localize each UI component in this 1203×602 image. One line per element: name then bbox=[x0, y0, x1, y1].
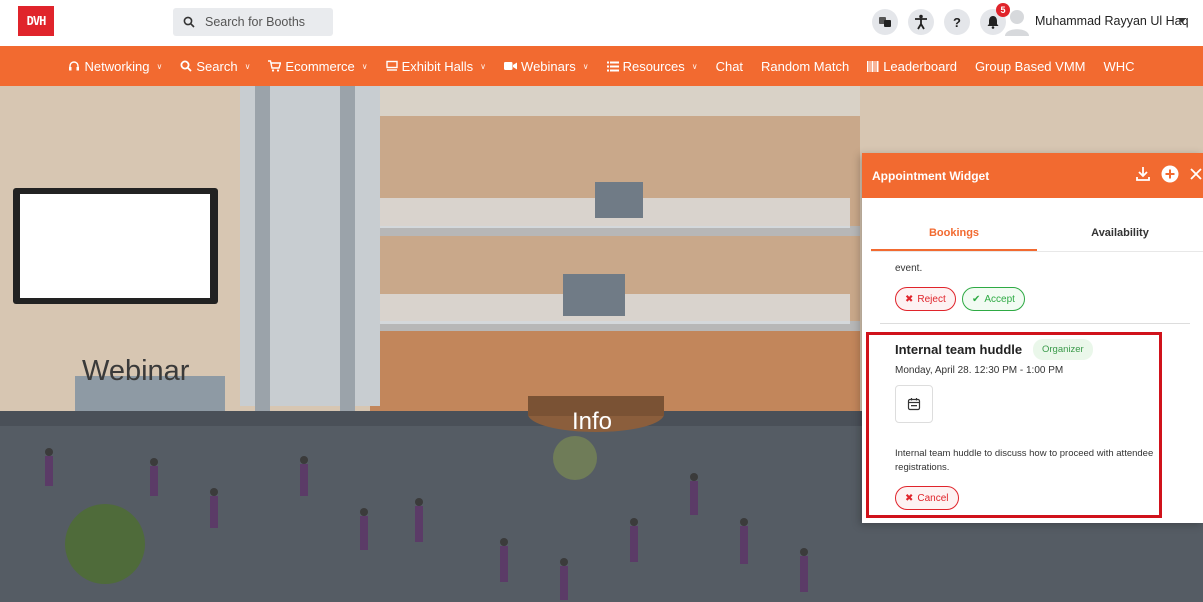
translate-icon bbox=[879, 17, 891, 27]
reject-button[interactable]: ✖ Reject bbox=[895, 287, 956, 311]
main-nav: Networking ∨ Search ∨ Ecommerce ∨ Exhibi… bbox=[0, 46, 1203, 86]
nav-label: Search bbox=[196, 58, 238, 74]
top-bar: DVH ? 5 bbox=[0, 0, 1203, 46]
search-icon bbox=[180, 60, 192, 72]
webinar-sign[interactable]: Webinar bbox=[82, 355, 190, 387]
nav-label: Webinars bbox=[521, 58, 576, 74]
headset-icon bbox=[69, 61, 80, 71]
close-icon: ✖ bbox=[905, 293, 914, 305]
accept-label: Accept bbox=[984, 293, 1015, 305]
accessibility-icon bbox=[915, 14, 927, 30]
search-bar[interactable] bbox=[173, 8, 333, 36]
nav-label: Ecommerce bbox=[285, 58, 355, 74]
hall-icon bbox=[385, 60, 398, 71]
nav-label: WHC bbox=[1103, 58, 1135, 74]
accessibility-button[interactable] bbox=[908, 9, 934, 35]
nav-exhibit-halls[interactable]: Exhibit Halls ∨ bbox=[377, 59, 495, 74]
translate-button[interactable] bbox=[872, 9, 898, 35]
nav-label: Chat bbox=[715, 58, 744, 74]
info-sign[interactable]: Info bbox=[572, 408, 612, 435]
chevron-down-icon: ∨ bbox=[691, 61, 698, 71]
check-icon: ✔ bbox=[972, 293, 981, 305]
user-name[interactable]: Muhammad Rayyan Ul Haq bbox=[1035, 14, 1189, 28]
nav-chat[interactable]: Chat bbox=[707, 59, 752, 74]
bell-icon bbox=[987, 16, 999, 29]
chevron-down-icon: ∨ bbox=[156, 61, 163, 71]
divider bbox=[880, 323, 1190, 324]
widget-header: Appointment Widget bbox=[862, 153, 1203, 198]
nav-label: Resources bbox=[622, 58, 685, 74]
nav-search[interactable]: Search ∨ bbox=[171, 59, 259, 74]
chevron-down-icon: ∨ bbox=[582, 61, 589, 71]
widget-title: Appointment Widget bbox=[872, 168, 990, 183]
accept-button[interactable]: ✔ Accept bbox=[962, 287, 1025, 311]
nav-ecommerce[interactable]: Ecommerce ∨ bbox=[259, 59, 376, 74]
video-icon bbox=[504, 62, 518, 70]
reject-label: Reject bbox=[917, 293, 946, 305]
chevron-down-icon: ∨ bbox=[480, 61, 487, 71]
logo[interactable]: DVH bbox=[18, 6, 54, 36]
nav-networking[interactable]: Networking ∨ bbox=[59, 59, 171, 74]
notifications-button[interactable]: 5 bbox=[980, 3, 1010, 35]
help-icon: ? bbox=[953, 14, 961, 30]
chevron-down-icon: ∨ bbox=[361, 61, 368, 71]
nav-label: Leaderboard bbox=[883, 58, 957, 74]
download-icon[interactable] bbox=[1135, 166, 1151, 182]
nav-group-based-vmm[interactable]: Group Based VMM bbox=[966, 59, 1095, 74]
add-appointment-icon[interactable] bbox=[1161, 165, 1179, 183]
nav-resources[interactable]: Resources ∨ bbox=[598, 59, 707, 74]
user-menu-caret-icon[interactable] bbox=[1178, 18, 1186, 23]
nav-label: Group Based VMM bbox=[974, 58, 1086, 74]
chevron-down-icon: ∨ bbox=[244, 61, 251, 71]
avatar[interactable] bbox=[1004, 8, 1030, 36]
nav-leaderboard[interactable]: Leaderboard bbox=[858, 59, 966, 74]
nav-whc[interactable]: WHC bbox=[1094, 59, 1143, 74]
nav-label: Exhibit Halls bbox=[401, 58, 474, 74]
nav-label: Random Match bbox=[761, 58, 850, 74]
widget-tabs: Bookings Availability bbox=[871, 215, 1203, 252]
nav-random-match[interactable]: Random Match bbox=[752, 59, 858, 74]
list-icon bbox=[606, 61, 619, 71]
search-icon bbox=[183, 16, 195, 28]
help-button[interactable]: ? bbox=[944, 9, 970, 35]
highlight-box bbox=[866, 332, 1162, 518]
nav-webinars[interactable]: Webinars ∨ bbox=[495, 59, 598, 74]
close-icon[interactable] bbox=[1189, 167, 1203, 181]
tab-bookings[interactable]: Bookings bbox=[871, 215, 1037, 251]
cart-icon bbox=[268, 60, 282, 72]
nav-label: Networking bbox=[84, 58, 150, 74]
search-input[interactable] bbox=[205, 15, 320, 29]
barcode-icon bbox=[867, 60, 879, 72]
previous-booking-text: event. bbox=[895, 263, 923, 274]
tab-availability[interactable]: Availability bbox=[1037, 215, 1203, 251]
